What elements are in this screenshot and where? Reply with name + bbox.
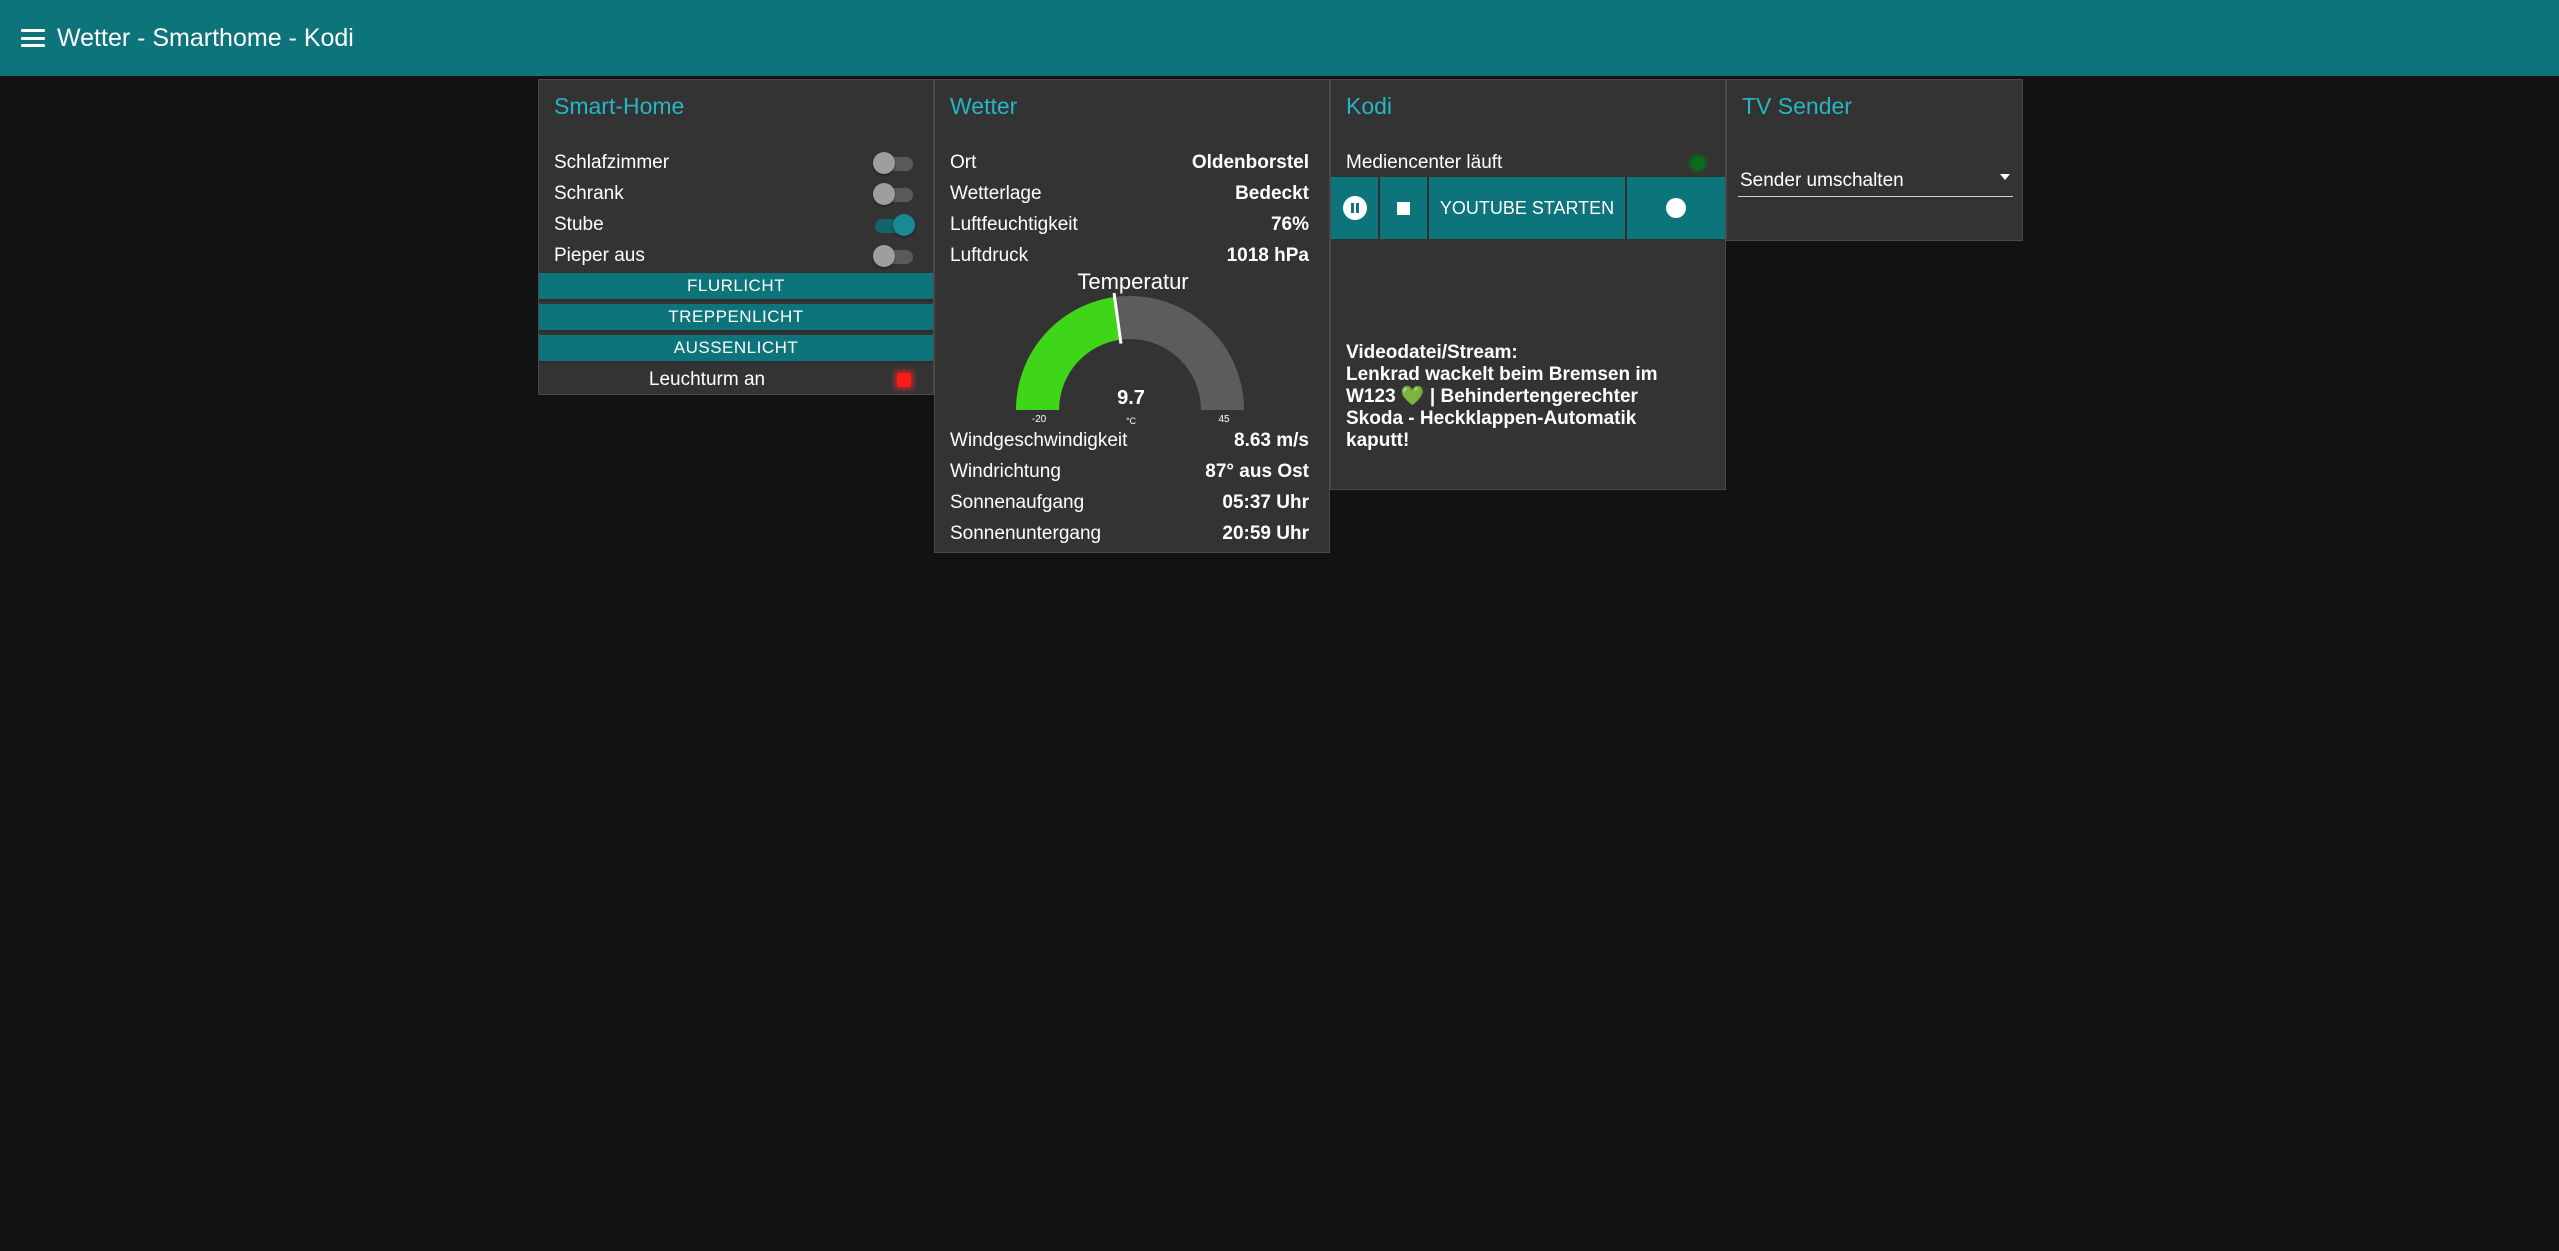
heart-icon: 💚: [1400, 386, 1425, 407]
switch-label: Schrank: [554, 182, 624, 204]
treppenlicht-button[interactable]: TREPPENLICHT: [539, 304, 933, 332]
wetter-title: Wetter: [950, 93, 1018, 119]
row-value: 8.63 m/s: [1234, 429, 1309, 451]
dropdown-arrow-icon: [2000, 174, 2010, 180]
kodi-card: Kodi Mediencenter läuft YOUTUBE STARTEN …: [1330, 79, 1726, 490]
kodi-title: Kodi: [1346, 93, 1393, 119]
row-label: Luftfeuchtigkeit: [950, 213, 1078, 235]
pieper-toggle[interactable]: [873, 244, 913, 267]
record-button[interactable]: [1627, 177, 1725, 239]
weather-row: Ort Oldenborstel: [950, 147, 1309, 178]
gauge-min-label: -20: [1032, 414, 1047, 425]
weather-row: Wetterlage Bedeckt: [950, 178, 1309, 209]
weather-row: Windgeschwindigkeit 8.63 m/s: [950, 425, 1309, 456]
gauge-max-label: 45: [1218, 414, 1230, 425]
row-label: Windgeschwindigkeit: [950, 429, 1128, 451]
leuchtturm-label: Leuchturm an: [648, 368, 766, 390]
youtube-start-button[interactable]: YOUTUBE STARTEN: [1429, 177, 1627, 239]
gauge-value: 9.7: [1117, 387, 1145, 409]
video-heading: Videodatei/Stream:: [1346, 342, 1518, 363]
switch-label: Pieper aus: [554, 244, 645, 266]
app-bar: Wetter - Smarthome - Kodi: [0, 0, 2559, 76]
sender-select[interactable]: Sender umschalten: [1738, 162, 2013, 197]
switch-row: Pieper aus: [554, 240, 913, 271]
row-label: Luftdruck: [950, 244, 1029, 266]
leuchtturm-led: [897, 372, 911, 387]
row-value: 20:59 Uhr: [1222, 522, 1309, 544]
leuchtturm-row: Leuchturm an: [539, 364, 915, 395]
tv-card: TV Sender Sender umschalten: [1726, 79, 2023, 241]
row-label: Wetterlage: [950, 182, 1042, 204]
row-label: Sonnenaufgang: [950, 491, 1085, 513]
gauge-title: Temperatur: [1077, 269, 1188, 294]
row-label: Ort: [950, 151, 977, 173]
wetter-card: Wetter Ort Oldenborstel Wetterlage Bedec…: [934, 79, 1330, 553]
row-label: Sonnenuntergang: [950, 522, 1102, 544]
row-value: 76%: [1270, 213, 1309, 235]
kodi-controls: YOUTUBE STARTEN: [1331, 177, 1725, 239]
weather-row: Sonnenuntergang 20:59 Uhr: [950, 518, 1309, 549]
schlafzimmer-toggle[interactable]: [873, 151, 913, 174]
aussenlicht-button[interactable]: AUSSENLICHT: [539, 335, 933, 363]
weather-row: Sonnenaufgang 05:37 Uhr: [950, 487, 1309, 518]
switch-label: Schlafzimmer: [554, 151, 670, 173]
switch-row: Schlafzimmer: [554, 147, 913, 178]
gauge-fill: [1016, 297, 1121, 410]
kodi-status-led: [1691, 155, 1705, 170]
flurlicht-button[interactable]: FLURLICHT: [539, 273, 933, 301]
menu-icon[interactable]: [21, 29, 45, 47]
app-title: Wetter - Smarthome - Kodi: [57, 23, 354, 52]
stube-toggle[interactable]: [873, 213, 915, 236]
smarthome-title: Smart-Home: [554, 93, 685, 119]
smarthome-card: Smart-Home Schlafzimmer Schrank Stube Pi…: [538, 79, 934, 395]
switch-row: Stube: [554, 209, 915, 240]
pause-icon: [1342, 196, 1367, 220]
row-value: 87° aus Ost: [1205, 460, 1309, 482]
weather-row: Luftfeuchtigkeit 76%: [950, 209, 1309, 240]
row-value: 05:37 Uhr: [1222, 491, 1309, 513]
pause-button[interactable]: [1331, 177, 1380, 239]
record-icon: [1666, 198, 1686, 218]
stop-button[interactable]: [1380, 177, 1429, 239]
sender-select-label: Sender umschalten: [1740, 170, 1904, 191]
temperature-gauge: Temperatur 9.7 °C -20 45: [1016, 269, 1244, 426]
weather-row: Windrichtung 87° aus Ost: [950, 456, 1309, 487]
kodi-status-row: Mediencenter läuft: [1346, 147, 1705, 178]
row-value: Oldenborstel: [1191, 151, 1309, 173]
row-value: Bedeckt: [1235, 182, 1309, 204]
tv-title: TV Sender: [1742, 93, 1852, 119]
schrank-toggle[interactable]: [873, 182, 913, 205]
video-info: Videodatei/Stream: Lenkrad wackelt beim …: [1346, 342, 1691, 452]
row-label: Windrichtung: [950, 460, 1061, 482]
row-value: 1018 hPa: [1226, 244, 1309, 266]
stop-icon: [1397, 201, 1410, 215]
kodi-status-label: Mediencenter läuft: [1346, 151, 1503, 173]
switch-label: Stube: [554, 213, 604, 235]
switch-row: Schrank: [554, 178, 913, 209]
